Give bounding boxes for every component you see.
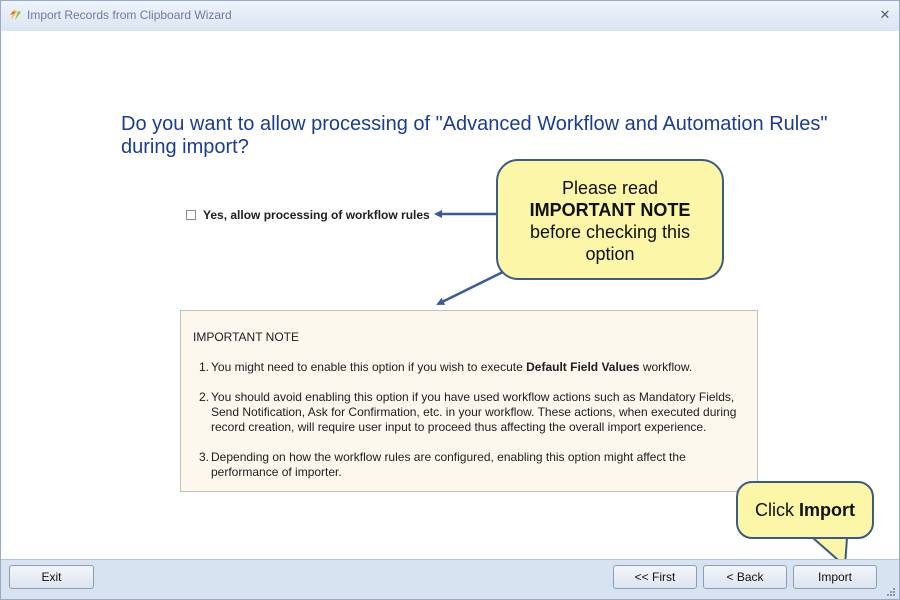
first-button[interactable]: << First [613, 565, 697, 589]
wizard-button-bar: Exit << First < Back Import [1, 559, 899, 599]
note-item-number: 2. [199, 390, 210, 404]
resize-grip-icon[interactable] [886, 587, 896, 597]
title-bar: Import Records from Clipboard Wizard ✕ [1, 1, 899, 31]
window-title: Import Records from Clipboard Wizard [27, 8, 232, 22]
exit-button[interactable]: Exit [9, 565, 94, 589]
note-item-text: Depending on how the workflow rules are … [211, 450, 686, 479]
callout-line-4: option [585, 244, 635, 264]
workflow-rules-label[interactable]: Yes, allow processing of workflow rules [203, 208, 430, 222]
click-import-callout: Click Import [736, 481, 874, 539]
important-note-callout: Please read IMPORTANT NOTE before checki… [496, 159, 724, 280]
app-logo-icon [10, 10, 21, 20]
workflow-rules-checkbox[interactable] [186, 210, 196, 220]
workflow-option-row: Yes, allow processing of workflow rules [186, 207, 430, 223]
back-button[interactable]: < Back [703, 565, 787, 589]
note-item-text-bold: Default Field Values [526, 360, 640, 374]
wizard-window: Import Records from Clipboard Wizard ✕ D… [0, 0, 900, 600]
callout-line-2: IMPORTANT NOTE [529, 200, 691, 220]
import-button[interactable]: Import [793, 565, 877, 589]
close-button[interactable]: ✕ [877, 7, 893, 23]
note-item-text: You might need to enable this option if … [211, 360, 751, 375]
important-note-box: IMPORTANT NOTE 1. You might need to enab… [180, 310, 758, 492]
callout2-text: Click [755, 500, 799, 520]
callout-line-3: before checking this [529, 222, 691, 242]
callout2-bold: Import [799, 500, 855, 520]
note-item-number: 3. [199, 450, 210, 464]
note-item-text-post: workflow. [639, 360, 693, 374]
note-item-text: You should avoid enabling this option if… [211, 390, 737, 434]
close-icon: ✕ [879, 7, 891, 22]
callout-line-1: Please read [561, 178, 659, 198]
note-item-number: 1. [199, 360, 210, 374]
arrow-to-note [436, 267, 510, 306]
wizard-question: Do you want to allow processing of "Adva… [121, 113, 828, 158]
note-title: IMPORTANT NOTE [193, 330, 300, 344]
note-item-text-pre: You might need to enable this option if … [211, 360, 527, 374]
